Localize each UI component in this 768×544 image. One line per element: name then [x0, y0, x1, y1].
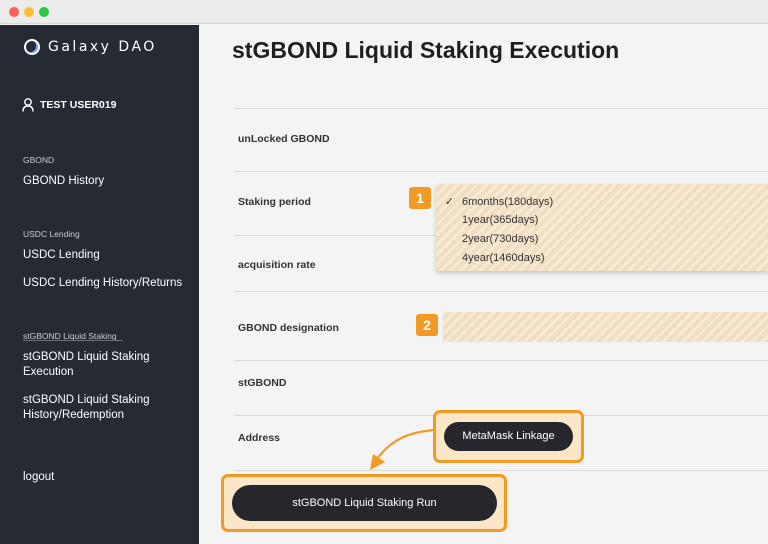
nav-usdc-lending[interactable]: USDC Lending — [23, 248, 183, 263]
staking-option-4year[interactable]: 4year(1460days) — [462, 252, 545, 264]
staking-option-1year[interactable]: 1year(365days) — [462, 214, 538, 226]
step-badge-1: 1 — [409, 187, 431, 209]
label-stgbond: stGBOND — [238, 377, 287, 389]
staking-period-dropdown[interactable]: ✓ 6months(180days) 1year(365days) 2year(7… — [436, 184, 768, 271]
label-address: Address — [238, 432, 281, 444]
label-unlocked-gbond: unLocked GBOND — [238, 133, 330, 145]
gbond-designation-field[interactable] — [443, 312, 768, 342]
galaxy-logo-icon — [24, 39, 40, 55]
metamask-linkage-button[interactable]: MetaMask Linkage — [444, 422, 573, 451]
zoom-window-button[interactable] — [39, 7, 49, 17]
minimize-window-button[interactable] — [24, 7, 34, 17]
page-title: stGBOND Liquid Staking Execution — [232, 37, 620, 63]
label-gbond-designation: GBOND designation — [238, 322, 339, 334]
sidebar: Galaxy DAO TEST USER019 GBOND GBOND Hist… — [0, 25, 199, 544]
label-staking-period: Staking period — [238, 196, 311, 208]
title-bar — [0, 0, 768, 24]
row-divider — [234, 108, 768, 109]
label-acquisition-rate: acquisition rate — [238, 259, 316, 271]
row-divider — [234, 360, 768, 361]
staking-option-2year[interactable]: 2year(730days) — [462, 233, 538, 245]
main-content: stGBOND Liquid Staking Execution unLocke… — [199, 25, 768, 544]
staking-option-6months[interactable]: ✓ 6months(180days) — [442, 195, 553, 208]
nav-usdc-lending-history[interactable]: USDC Lending History/Returns — [23, 276, 183, 291]
app-window: Galaxy DAO TEST USER019 GBOND GBOND Hist… — [0, 0, 768, 544]
user-icon — [22, 98, 34, 112]
curved-arrow-icon — [370, 428, 435, 470]
logout-link[interactable]: logout — [23, 470, 183, 485]
liquid-staking-run-button[interactable]: stGBOND Liquid Staking Run — [232, 485, 497, 521]
logo-text: Galaxy DAO — [48, 39, 157, 55]
section-label-usdc-lending: USDC Lending — [23, 229, 80, 239]
section-label-gbond: GBOND — [23, 155, 55, 165]
row-divider — [234, 171, 768, 172]
nav-liquid-staking-execution[interactable]: stGBOND Liquid Staking Execution — [23, 350, 158, 380]
logo: Galaxy DAO — [24, 39, 157, 55]
nav-liquid-staking-history[interactable]: stGBOND Liquid Staking History/Redemptio… — [23, 393, 158, 423]
row-divider — [234, 291, 768, 292]
step-badge-2: 2 — [416, 314, 438, 336]
row-divider — [234, 470, 768, 471]
checkmark-icon: ✓ — [444, 196, 454, 208]
user-info: TEST USER019 — [22, 98, 116, 112]
user-name: TEST USER019 — [40, 99, 117, 111]
close-window-button[interactable] — [9, 7, 19, 17]
nav-gbond-history[interactable]: GBOND History — [23, 174, 183, 189]
section-divider — [23, 340, 123, 341]
